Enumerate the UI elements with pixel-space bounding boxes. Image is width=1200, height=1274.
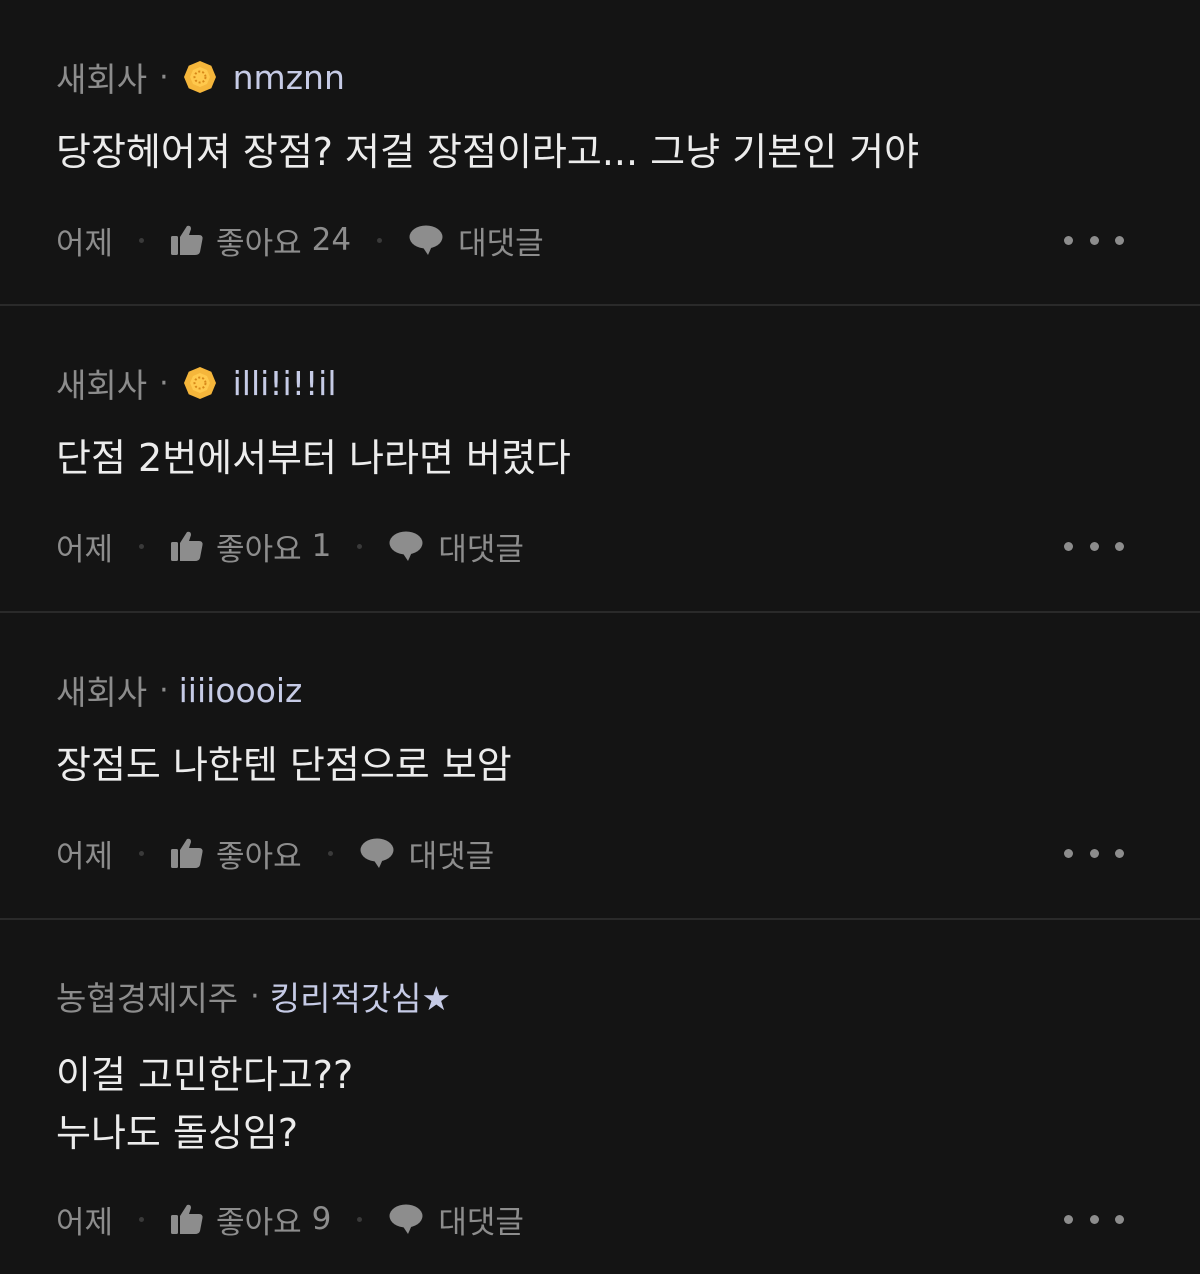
more-options-button[interactable] [1064,1197,1124,1241]
comment-time: 어제 [56,531,114,568]
comment-body: 장점도 나한텐 단점으로 보암 [56,736,1144,794]
like-label: 좋아요 [216,1204,302,1241]
more-options-button[interactable] [1064,218,1124,262]
comment-text: 단점 2번에서부터 나라면 버렸다 [56,436,571,480]
like-button[interactable]: 좋아요 24 [170,218,351,263]
action-separator [357,1216,363,1222]
comment-list: 새회사 · nmznn 당장헤어져 장점? 저걸 장점이라고... 그냥 기본인… [0,0,1200,1274]
reply-button[interactable]: 대댓글 [359,831,495,876]
comment-body: 이걸 고민한다고?? 누나도 돌싱임? [56,1046,1144,1162]
comment-meta: 새회사 · illi!i!!il [56,363,337,406]
comment-actions: 어제 좋아요 대댓글 [56,831,1144,875]
comment-body: 당장헤어져 장점? 저걸 장점이라고... 그냥 기본인 거야 [56,123,1144,181]
comment-meta: 농협경제지주 · 킹리적갓심★ [56,976,451,1019]
nickname[interactable]: 킹리적갓심★ [270,972,451,1020]
like-label: 좋아요 [216,225,302,262]
comment-text: 당장헤어져 장점? 저걸 장점이라고... 그냥 기본인 거야 [56,130,920,174]
nickname[interactable]: illi!i!!il [233,364,337,403]
reply-label: 대댓글 [438,531,524,568]
gold-badge-icon [183,367,216,399]
thumbs-up-icon [171,1204,203,1234]
comment-item: 새회사 · iiiioooiz 장점도 나한텐 단점으로 보암 어제 좋아요 대… [0,613,1200,920]
more-dot [1089,541,1099,551]
nickname[interactable]: iiiioooiz [179,671,303,710]
comment-actions: 어제 좋아요 24 대댓글 [56,218,1144,262]
reply-label: 대댓글 [438,1204,524,1241]
comment-actions: 어제 좋아요 9 대댓글 [56,1197,1144,1241]
speech-bubble-icon [360,838,394,868]
more-dot [1115,848,1124,858]
meta-separator: · [159,59,169,95]
comment-time: 어제 [56,225,114,262]
action-separator [139,850,145,856]
more-dots-icon [1064,1214,1073,1224]
comment-text: 이걸 고민한다고?? [56,1053,354,1097]
more-dots-icon [1064,541,1073,551]
company-name: 새회사 [56,60,148,99]
company-name: 새회사 [56,673,148,712]
action-separator [377,237,383,243]
like-label: 좋아요 [216,531,302,568]
more-dot [1089,235,1099,245]
speech-bubble-icon [409,225,443,255]
comment-time: 어제 [56,1204,114,1241]
company-name: 새회사 [56,366,148,405]
action-separator [357,543,363,549]
more-options-button[interactable] [1064,524,1124,568]
nickname[interactable]: nmznn [233,58,345,97]
comment-text: 누나도 돌싱임? [56,1111,299,1155]
reply-label: 대댓글 [408,838,495,875]
like-button[interactable]: 좋아요 9 [170,1197,331,1242]
comment-actions: 어제 좋아요 1 대댓글 [56,524,1144,568]
like-count: 24 [311,222,352,258]
like-count: 1 [311,528,332,564]
meta-separator: · [159,365,169,401]
action-separator [327,850,333,856]
more-options-button[interactable] [1064,831,1124,875]
more-dot [1115,1214,1124,1224]
reply-button[interactable]: 대댓글 [408,218,544,263]
action-separator [139,543,145,549]
comment-item: 농협경제지주 · 킹리적갓심★ 이걸 고민한다고?? 누나도 돌싱임? 어제 좋… [0,920,1200,1274]
meta-separator: · [250,978,260,1014]
action-separator [139,1216,145,1222]
more-dot [1115,541,1124,551]
meta-separator: · [159,672,169,708]
speech-bubble-icon [389,531,423,561]
like-button[interactable]: 좋아요 [170,831,302,876]
comment-time: 어제 [56,838,114,875]
comment-item: 새회사 · illi!i!!il 단점 2번에서부터 나라면 버렸다 어제 좋아… [0,306,1200,613]
speech-bubble-icon [389,1204,423,1234]
company-name: 농협경제지주 [56,979,239,1018]
like-label: 좋아요 [216,838,302,875]
gold-badge-icon [183,61,216,93]
more-dot [1089,1214,1099,1224]
comment-body: 단점 2번에서부터 나라면 버렸다 [56,429,1144,487]
thumbs-up-icon [171,225,203,255]
action-separator [139,237,145,243]
comment-item: 새회사 · nmznn 당장헤어져 장점? 저걸 장점이라고... 그냥 기본인… [0,0,1200,306]
thumbs-up-icon [171,838,203,868]
reply-button[interactable]: 대댓글 [388,1197,524,1242]
more-dots-icon [1064,848,1073,858]
comment-text: 장점도 나한텐 단점으로 보암 [56,743,512,787]
like-button[interactable]: 좋아요 1 [170,524,331,569]
more-dot [1089,848,1099,858]
more-dots-icon [1064,235,1073,245]
more-dot [1115,235,1124,245]
reply-label: 대댓글 [458,225,544,262]
comment-meta: 새회사 · iiiioooiz [56,670,303,713]
like-count: 9 [311,1201,332,1237]
comment-meta: 새회사 · nmznn [56,57,345,100]
reply-button[interactable]: 대댓글 [388,524,524,569]
thumbs-up-icon [171,531,203,561]
